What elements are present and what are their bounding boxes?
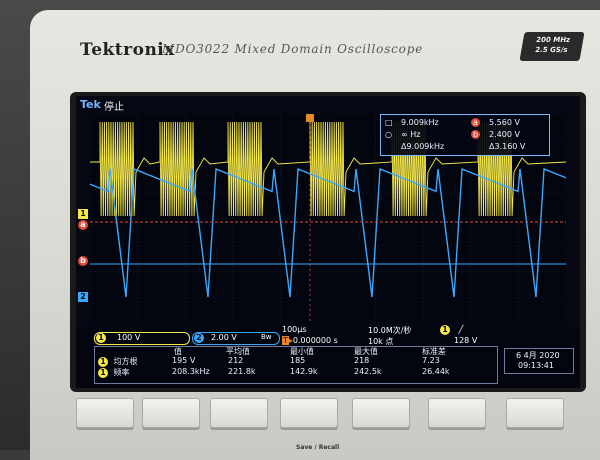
cell: 221.8k [228, 367, 256, 376]
cursor-b-volt: 2.400 V [489, 130, 520, 139]
cursor-a-freq: 9.009kHz [401, 118, 439, 127]
trigger-position-marker[interactable] [306, 114, 314, 122]
cell: 185 [290, 356, 306, 365]
sample-rate[interactable]: 10.0M次/秒 [368, 325, 411, 336]
cursor-b-marker: b [471, 130, 480, 139]
cell: 7.23 [422, 356, 440, 365]
trigger-ch-chip: 1 [440, 325, 450, 335]
ref-b-marker[interactable]: b [78, 256, 88, 266]
scope-screen: Tek 停止 1 a b 2 □ 9.009kHz a 5.560 V ○ ∞ … [76, 96, 580, 388]
cell: 212 [228, 356, 244, 365]
date-label: 6 4月 2020 [516, 351, 560, 360]
ch2-ground-marker[interactable]: 2 [78, 292, 88, 302]
brand-logo: Tektronix [80, 40, 175, 60]
bezel-button-4[interactable] [280, 398, 338, 428]
spec-bandwidth: 200 MHz [535, 36, 571, 44]
spec-badge: 200 MHz 2.5 GS/s [519, 32, 585, 61]
trigger-icon: T [282, 336, 289, 345]
time-label: 09:13:41 [518, 361, 554, 370]
cell: 195 V [172, 356, 196, 365]
row-ch-chip: 1 [98, 368, 108, 378]
bezel-button-row [76, 398, 600, 438]
trigger-level[interactable]: 128 V [454, 336, 477, 345]
trigger-position-value: 0.000000 s [292, 336, 338, 345]
cell: 218 [354, 356, 370, 365]
status-panel: 1 100 V 2 2.00 V Bw 100μs T▸0.000000 s 1… [76, 325, 580, 388]
ch2-chip: 2 [194, 333, 204, 343]
ch1-chip: 1 [96, 333, 106, 343]
acquisition-status: 停止 [104, 102, 124, 113]
ch1-scale: 100 V [117, 333, 141, 342]
trigger-slope-icon: ╱ [458, 325, 464, 334]
cursor-a-volt: 5.560 V [489, 118, 520, 127]
cursor-readout: □ 9.009kHz a 5.560 V ○ ∞ Hz b 2.400 V Δ9… [380, 114, 550, 156]
row-name: 频率 [113, 368, 130, 377]
trigger-setup[interactable]: 1 ╱ [440, 325, 463, 335]
ch2-scale-box[interactable]: 2 2.00 V Bw [192, 332, 280, 345]
cell: 242.5k [354, 367, 382, 376]
cursor-delta-freq: Δ9.009kHz [401, 142, 445, 151]
ch2-bandwidth-icon: Bw [261, 333, 272, 341]
bezel-button-2[interactable] [142, 398, 200, 428]
cursor-delta-volt: Δ3.160 V [489, 142, 526, 151]
bezel-button-3[interactable] [210, 398, 268, 428]
bezel-button-6[interactable] [428, 398, 486, 428]
cell: 208.3kHz [172, 367, 210, 376]
cursor-b-freq: ∞ Hz [401, 130, 421, 139]
bezel-button-7[interactable] [506, 398, 564, 428]
ch2-scale: 2.00 V [211, 333, 237, 342]
bezel-button-5[interactable] [352, 398, 410, 428]
cell: 142.9k [290, 367, 318, 376]
row-ch-chip: 1 [98, 357, 108, 367]
screen-topbar: Tek 停止 [76, 96, 580, 114]
table-row: 1 频率 [98, 367, 130, 378]
cursor-a-marker: a [471, 118, 480, 127]
spec-sample-rate: 2.5 GS/s [534, 46, 569, 54]
table-row: 1 均方根 [98, 356, 138, 367]
cursor-b-icon: ○ [385, 130, 392, 139]
tek-logo: Tek [80, 98, 101, 111]
cell: 26.44k [422, 367, 450, 376]
cursor-a-icon: □ [385, 118, 393, 127]
time-per-div[interactable]: 100μs [282, 325, 307, 334]
model-label: MDO3022 Mixed Domain Oscilloscope [162, 42, 424, 56]
ch1-scale-box[interactable]: 1 100 V [94, 332, 190, 345]
brand-area: Tektronix MDO3022 Mixed Domain Oscillosc… [80, 40, 422, 60]
ref-a-marker[interactable]: a [78, 220, 88, 230]
ch1-ground-marker[interactable]: 1 [78, 209, 88, 219]
row-name: 均方根 [113, 357, 138, 366]
bezel-button-1[interactable] [76, 398, 134, 428]
trigger-position[interactable]: T▸0.000000 s [282, 336, 338, 345]
